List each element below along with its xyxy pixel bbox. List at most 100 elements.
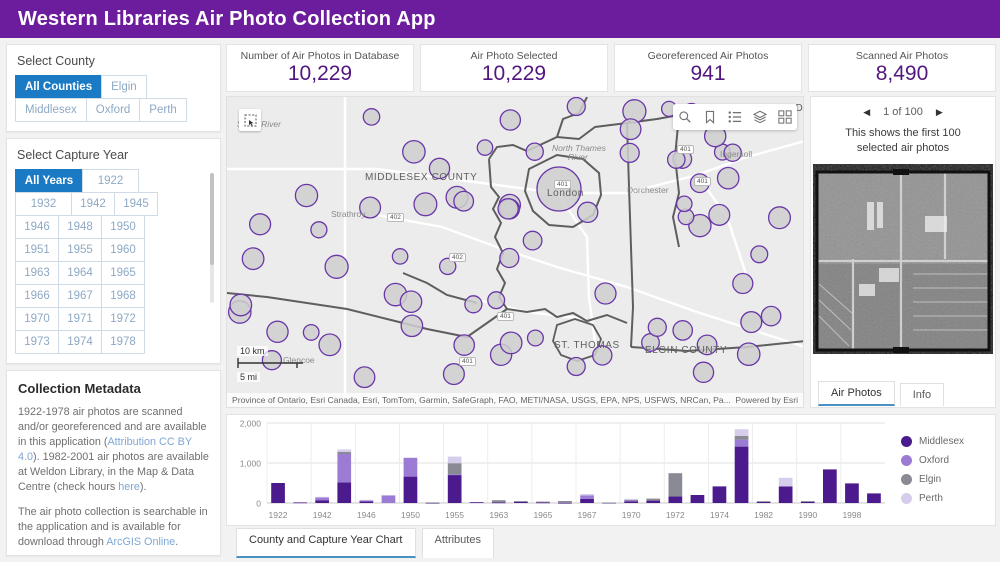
chart-bar-segment[interactable] <box>580 494 594 496</box>
county-chip-elgin[interactable]: Elgin <box>101 75 147 99</box>
chart-bar-segment[interactable] <box>800 501 815 502</box>
year-chip-1963[interactable]: 1963 <box>15 261 59 285</box>
search-icon[interactable] <box>678 110 692 124</box>
year-chip-1974[interactable]: 1974 <box>58 330 102 354</box>
chart-bar-segment[interactable] <box>337 449 352 452</box>
chart-bar-segment[interactable] <box>823 469 837 503</box>
air-photo-marker[interactable] <box>294 183 319 208</box>
next-photo-button[interactable]: ▶ <box>936 107 943 118</box>
legend-item[interactable]: Perth <box>901 493 995 504</box>
air-photo-marker[interactable] <box>362 108 381 126</box>
legend-item[interactable]: Elgin <box>901 474 995 485</box>
air-photo-marker[interactable] <box>241 247 265 271</box>
photo-pager[interactable]: ◀ 1 of 100 ▶ <box>863 97 943 118</box>
air-photo-marker[interactable] <box>736 342 761 367</box>
air-photo-marker[interactable] <box>499 331 523 355</box>
air-photo-marker[interactable] <box>526 329 544 347</box>
air-photo-marker[interactable] <box>442 363 465 386</box>
bottom-tab-bar[interactable]: County and Capture Year Chart Attributes <box>226 528 494 558</box>
chart-bar-segment[interactable] <box>646 498 661 501</box>
chart-bar-segment[interactable] <box>514 501 528 503</box>
hours-link[interactable]: here <box>118 481 140 493</box>
chart-bar-segment[interactable] <box>558 501 572 503</box>
year-chip-1951[interactable]: 1951 <box>15 238 59 262</box>
chart-bar-segment[interactable] <box>536 501 550 503</box>
year-chip-1973[interactable]: 1973 <box>15 330 59 354</box>
year-chip-1964[interactable]: 1964 <box>58 261 102 285</box>
chart-bar-segment[interactable] <box>337 452 352 454</box>
chart-bar-segment[interactable] <box>778 486 793 503</box>
air-photo-marker[interactable] <box>566 97 586 117</box>
chart-bar-segment[interactable] <box>491 502 506 504</box>
chart-bar-segment[interactable] <box>558 502 572 504</box>
year-chip-1945[interactable]: 1945 <box>114 192 158 216</box>
chart-bar-segment[interactable] <box>712 486 727 503</box>
county-chip-oxford[interactable]: Oxford <box>85 98 141 122</box>
air-photo-thumbnail[interactable] <box>813 164 993 354</box>
select-tool-button[interactable] <box>239 109 261 131</box>
legend-item[interactable]: Oxford <box>901 455 995 466</box>
year-chip-1967[interactable]: 1967 <box>58 284 102 308</box>
year-chip-1946[interactable]: 1946 <box>15 215 59 239</box>
year-chip-1970[interactable]: 1970 <box>15 307 59 331</box>
chart-bar-segment[interactable] <box>624 498 638 500</box>
chart-bar-segment[interactable] <box>580 498 594 503</box>
chart-bar-segment[interactable] <box>469 502 484 503</box>
air-photo-marker[interactable] <box>497 198 519 220</box>
chart-bar-segment[interactable] <box>690 495 705 503</box>
air-photo-marker[interactable] <box>732 272 754 295</box>
year-chip-all-years[interactable]: All Years <box>15 169 83 193</box>
air-photo-marker[interactable] <box>248 213 272 236</box>
year-chip-1968[interactable]: 1968 <box>101 284 145 308</box>
air-photo-marker[interactable] <box>675 195 693 213</box>
air-photo-marker[interactable] <box>391 248 409 265</box>
chart-bar-segment[interactable] <box>315 500 329 503</box>
layers-icon[interactable] <box>753 110 767 124</box>
chart-bar-segment[interactable] <box>668 473 683 497</box>
chart-bar-segment[interactable] <box>337 482 352 503</box>
county-chip-middlesex[interactable]: Middlesex <box>15 98 87 122</box>
chart-bar-segment[interactable] <box>447 475 462 503</box>
year-chip-1966[interactable]: 1966 <box>15 284 59 308</box>
chart-bar-segment[interactable] <box>491 500 506 503</box>
air-photo-marker[interactable] <box>266 320 289 344</box>
air-photo-marker[interactable] <box>708 203 731 226</box>
basemap-icon[interactable] <box>778 110 792 124</box>
air-photo-marker[interactable] <box>499 247 520 269</box>
arcgis-online-link[interactable]: ArcGIS Online <box>106 536 175 548</box>
air-photo-marker[interactable] <box>399 290 423 314</box>
air-photo-marker[interactable] <box>464 295 483 314</box>
air-photo-marker[interactable] <box>647 317 667 337</box>
year-chip-1942[interactable]: 1942 <box>71 192 115 216</box>
air-photo-marker[interactable] <box>413 192 438 217</box>
year-chip-1972[interactable]: 1972 <box>101 307 145 331</box>
chart-bar-segment[interactable] <box>293 502 307 504</box>
tab-county-and-capture-year-chart[interactable]: County and Capture Year Chart <box>236 528 416 558</box>
air-photo-marker[interactable] <box>522 230 543 251</box>
county-chip-all-counties[interactable]: All Counties <box>15 75 103 99</box>
chart-bar-segment[interactable] <box>646 500 661 503</box>
air-photo-marker[interactable] <box>402 139 426 164</box>
air-photo-marker[interactable] <box>302 323 320 341</box>
map-toolbar[interactable] <box>673 104 797 130</box>
air-photo-marker[interactable] <box>760 305 782 327</box>
air-photo-marker[interactable] <box>716 166 740 190</box>
legend-item[interactable]: Middlesex <box>901 436 995 447</box>
air-photo-marker[interactable] <box>672 320 694 341</box>
air-photo-marker[interactable] <box>310 221 328 239</box>
air-photo-marker[interactable] <box>740 311 763 334</box>
map-viewport[interactable]: 10 km 5 mi Province of Ontario, Esri Can… <box>226 96 804 408</box>
chart-bar-segment[interactable] <box>403 457 418 477</box>
chart-bar-segment[interactable] <box>337 454 352 483</box>
air-photo-marker[interactable] <box>594 282 617 305</box>
tab-info[interactable]: Info <box>899 383 945 406</box>
chart-bar-segment[interactable] <box>668 496 683 503</box>
air-photo-marker[interactable] <box>400 314 424 338</box>
air-photo-marker[interactable] <box>566 356 586 377</box>
chart-bar-segment[interactable] <box>778 477 793 487</box>
air-photo-marker[interactable] <box>353 366 376 389</box>
chart-bar-segment[interactable] <box>624 499 638 501</box>
year-chip-1950[interactable]: 1950 <box>101 215 145 239</box>
air-photo-marker[interactable] <box>453 334 476 356</box>
chart-bar-segment[interactable] <box>867 493 881 503</box>
